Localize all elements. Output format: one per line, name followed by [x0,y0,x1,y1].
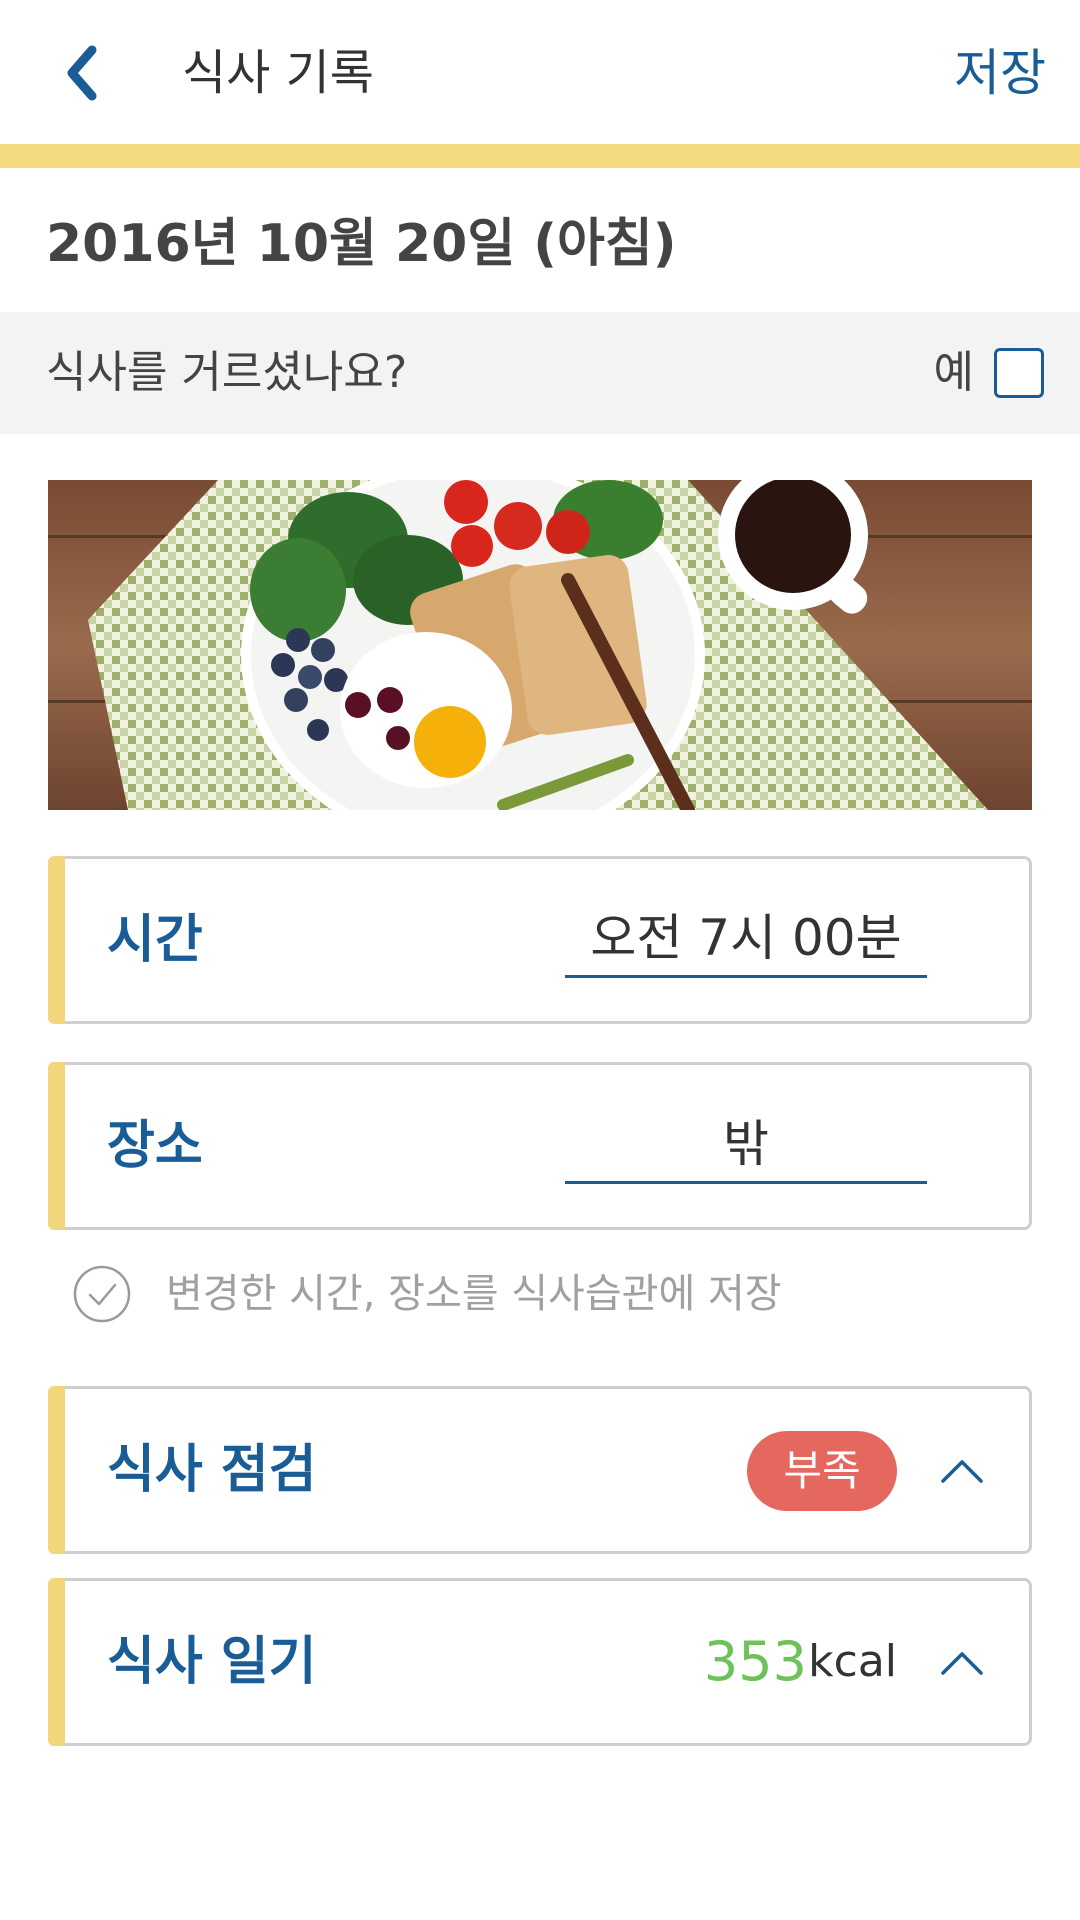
skip-meal-checkbox[interactable] [994,348,1044,398]
card-accent-bar [48,856,65,1024]
page-title: 식사 기록 [182,45,374,101]
place-card: 장소 밖 [48,1062,1032,1230]
time-card: 시간 오전 7시 00분 [48,856,1032,1024]
check-circle-icon [73,1265,131,1323]
save-to-habit-label: 변경한 시간, 장소를 식사습관에 저장 [166,1271,782,1317]
card-accent-bar [48,1386,65,1554]
card-accent-bar [48,1578,65,1746]
header-accent-divider [0,144,1080,168]
breakfast-image [48,480,1032,810]
time-input[interactable]: 오전 7시 00분 [565,901,927,978]
skip-meal-row: 식사를 거르셨나요? 예 [0,312,1080,434]
meal-diary-card[interactable]: 식사 일기 353 kcal [48,1578,1032,1746]
meal-date-heading: 2016년 10월 20일 (아침) [46,214,677,274]
skip-meal-question: 식사를 거르셨나요? [46,347,408,398]
status-badge: 부족 [747,1431,897,1511]
top-app-bar: 식사 기록 저장 [0,0,1080,146]
time-label: 시간 [107,910,203,970]
meal-diary-label: 식사 일기 [107,1632,317,1692]
card-accent-bar [48,1062,65,1230]
place-value: 밖 [723,1115,769,1173]
chevron-up-icon[interactable] [939,1449,985,1495]
place-label: 장소 [107,1116,203,1176]
meal-check-label: 식사 점검 [107,1440,317,1500]
place-input[interactable]: 밖 [565,1107,927,1184]
chevron-left-icon [67,45,97,101]
time-value: 오전 7시 00분 [590,909,902,967]
calorie-unit: kcal [808,1636,897,1687]
meal-check-card[interactable]: 식사 점검 부족 [48,1386,1032,1554]
calorie-value: 353 [703,1630,807,1693]
chevron-up-icon[interactable] [939,1641,985,1687]
meal-photo[interactable] [48,480,1032,810]
back-button[interactable] [58,40,108,106]
save-button[interactable]: 저장 [954,40,1046,106]
skip-meal-yes-label: 예 [933,347,974,398]
